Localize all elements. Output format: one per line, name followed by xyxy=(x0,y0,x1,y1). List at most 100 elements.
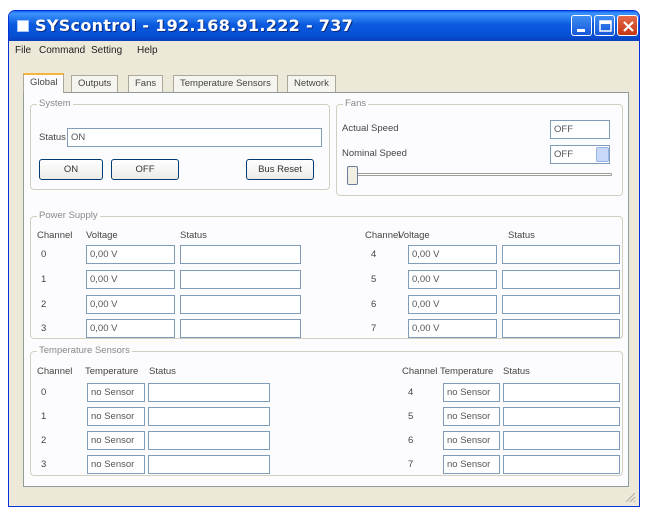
menu-bar: File Command Setting Help xyxy=(9,42,639,60)
ps-right-status-header: Status xyxy=(508,230,535,241)
ps-left-status-header: Status xyxy=(180,230,207,241)
minimize-icon xyxy=(577,29,585,32)
ts-temperature-4[interactable]: no Sensor xyxy=(443,383,500,402)
ts-channel-1: 1 xyxy=(41,411,47,422)
ps-status-4[interactable] xyxy=(502,245,620,264)
fan-speed-slider-thumb[interactable] xyxy=(347,166,358,185)
ps-voltage-0[interactable]: 0,00 V xyxy=(86,245,175,264)
menu-file[interactable]: File xyxy=(15,45,31,56)
ts-status-6[interactable] xyxy=(503,431,620,450)
ps-voltage-1[interactable]: 0,00 V xyxy=(86,270,175,289)
window-title: SYScontrol - 192.168.91.222 - 737 xyxy=(35,16,354,35)
ts-temperature-3[interactable]: no Sensor xyxy=(87,455,145,474)
window-icon[interactable] xyxy=(17,20,29,32)
fans-group: Fans Actual Speed OFF Nominal Speed OFF xyxy=(336,98,623,196)
nominal-speed-label: Nominal Speed xyxy=(342,148,407,159)
app-window: SYScontrol - 192.168.91.222 - 737 File C… xyxy=(8,10,640,507)
ts-status-3[interactable] xyxy=(148,455,270,474)
power-supply-group-label: Power Supply xyxy=(37,210,100,221)
ts-status-0[interactable] xyxy=(148,383,270,402)
ts-temperature-5[interactable]: no Sensor xyxy=(443,407,500,426)
tab-global[interactable]: Global xyxy=(23,73,65,93)
close-button[interactable] xyxy=(617,15,638,36)
temperature-sensors-group-label: Temperature Sensors xyxy=(37,345,132,356)
status-field[interactable]: ON xyxy=(67,128,322,147)
ts-right-status-header: Status xyxy=(503,366,530,377)
ts-temperature-6[interactable]: no Sensor xyxy=(443,431,500,450)
ps-status-7[interactable] xyxy=(502,319,620,338)
ps-status-5[interactable] xyxy=(502,270,620,289)
ps-channel-1: 1 xyxy=(41,274,47,285)
resize-grip-icon[interactable] xyxy=(624,491,636,503)
temperature-sensors-group: Temperature Sensors Channel Temperature … xyxy=(30,345,623,476)
ts-channel-3: 3 xyxy=(41,459,47,470)
ts-channel-2: 2 xyxy=(41,435,47,446)
fans-group-label: Fans xyxy=(343,98,369,109)
maximize-icon xyxy=(599,20,612,32)
ps-left-channel-header: Channel xyxy=(37,230,73,241)
ps-voltage-3[interactable]: 0,00 V xyxy=(86,319,175,338)
tab-temperature-sensors[interactable]: Temperature Sensors xyxy=(173,75,278,92)
ps-voltage-5[interactable]: 0,00 V xyxy=(408,270,497,289)
ps-channel-6: 6 xyxy=(371,299,377,310)
ps-channel-7: 7 xyxy=(371,323,377,334)
ts-temperature-1[interactable]: no Sensor xyxy=(87,407,145,426)
ts-channel-7: 7 xyxy=(408,459,414,470)
ps-status-6[interactable] xyxy=(502,295,620,314)
ts-temperature-2[interactable]: no Sensor xyxy=(87,431,145,450)
ps-status-3[interactable] xyxy=(180,319,301,338)
on-button[interactable]: ON xyxy=(39,159,103,180)
system-group: System Status ON ON OFF Bus Reset xyxy=(30,98,330,190)
global-tab-panel: System Status ON ON OFF Bus Reset Fans A… xyxy=(23,92,629,487)
tab-fans[interactable]: Fans xyxy=(128,75,164,92)
title-bar[interactable]: SYScontrol - 192.168.91.222 - 737 xyxy=(9,11,639,41)
ts-channel-0: 0 xyxy=(41,387,47,398)
tab-outputs[interactable]: Outputs xyxy=(71,75,119,92)
ps-channel-3: 3 xyxy=(41,323,47,334)
ts-channel-4: 4 xyxy=(408,387,414,398)
ps-channel-2: 2 xyxy=(41,299,47,310)
ps-voltage-6[interactable]: 0,00 V xyxy=(408,295,497,314)
bus-reset-button[interactable]: Bus Reset xyxy=(246,159,314,180)
ps-voltage-7[interactable]: 0,00 V xyxy=(408,319,497,338)
ts-right-temperature-header: Temperature xyxy=(440,366,494,377)
ps-channel-0: 0 xyxy=(41,249,47,260)
status-label: Status xyxy=(39,132,66,143)
ts-left-channel-header: Channel xyxy=(37,366,73,377)
ts-status-5[interactable] xyxy=(503,407,620,426)
ps-right-channel-header: Channel xyxy=(365,230,401,241)
ts-channel-6: 6 xyxy=(408,435,414,446)
ps-voltage-4[interactable]: 0,00 V xyxy=(408,245,497,264)
ps-channel-4: 4 xyxy=(371,249,377,260)
power-supply-group: Power Supply Channel Voltage Status Chan… xyxy=(30,210,623,339)
ps-status-1[interactable] xyxy=(180,270,301,289)
nominal-speed-spinner[interactable] xyxy=(596,147,609,162)
minimize-button[interactable] xyxy=(571,15,592,36)
ps-status-2[interactable] xyxy=(180,295,301,314)
ts-status-1[interactable] xyxy=(148,407,270,426)
ts-status-7[interactable] xyxy=(503,455,620,474)
ps-right-voltage-header: Voltage xyxy=(398,230,430,241)
menu-help[interactable]: Help xyxy=(137,45,158,56)
ts-temperature-7[interactable]: no Sensor xyxy=(443,455,500,474)
ts-right-channel-header: Channel xyxy=(402,366,438,377)
fan-speed-slider-track[interactable] xyxy=(347,173,612,176)
actual-speed-label: Actual Speed xyxy=(342,123,399,134)
ps-channel-5: 5 xyxy=(371,274,377,285)
ts-status-4[interactable] xyxy=(503,383,620,402)
ts-left-temperature-header: Temperature xyxy=(85,366,139,377)
ts-left-status-header: Status xyxy=(149,366,176,377)
off-button[interactable]: OFF xyxy=(111,159,179,180)
system-group-label: System xyxy=(37,98,73,109)
menu-command[interactable]: Command xyxy=(39,45,85,56)
ps-left-voltage-header: Voltage xyxy=(86,230,118,241)
ps-voltage-2[interactable]: 0,00 V xyxy=(86,295,175,314)
ts-channel-5: 5 xyxy=(408,411,414,422)
ts-temperature-0[interactable]: no Sensor xyxy=(87,383,145,402)
tab-network[interactable]: Network xyxy=(287,75,336,92)
ps-status-0[interactable] xyxy=(180,245,301,264)
actual-speed-field[interactable]: OFF xyxy=(550,120,610,139)
menu-setting[interactable]: Setting xyxy=(91,45,122,56)
maximize-button[interactable] xyxy=(594,15,615,36)
ts-status-2[interactable] xyxy=(148,431,270,450)
